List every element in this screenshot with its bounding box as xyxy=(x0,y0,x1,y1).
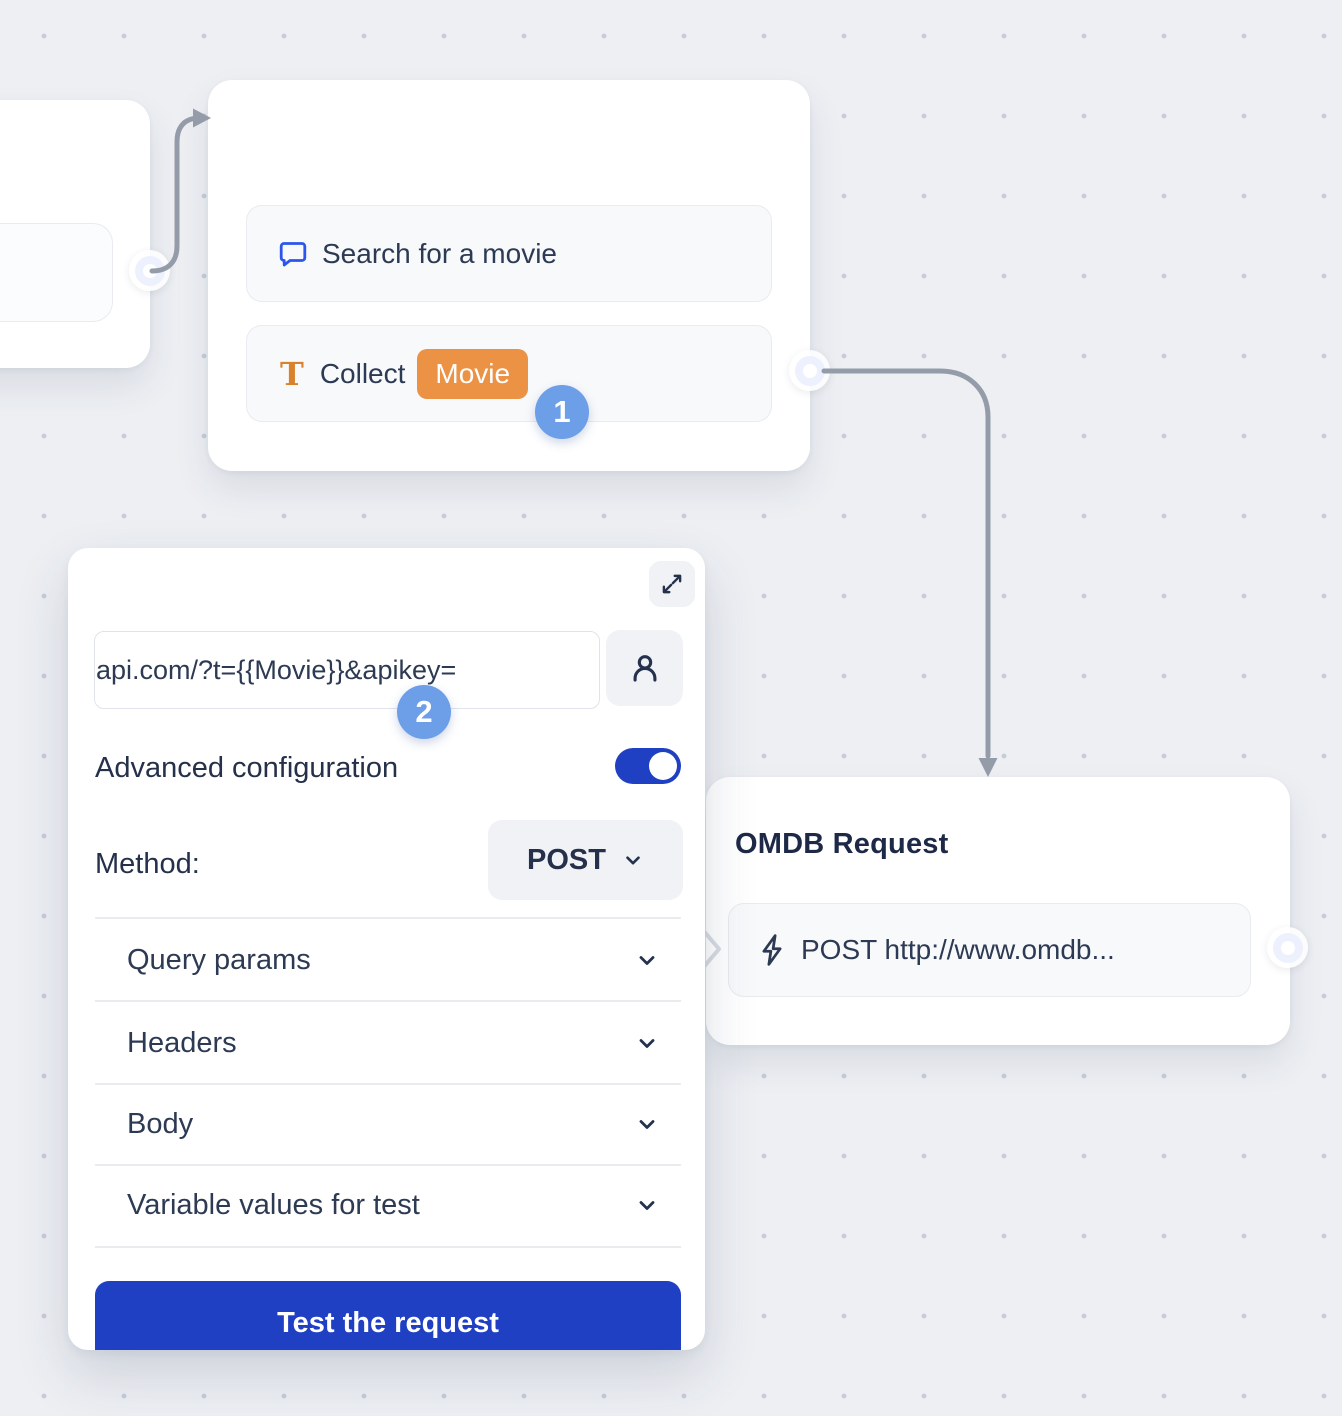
section-label: Body xyxy=(127,1108,193,1141)
webhook-block[interactable]: POST http://www.omdb... xyxy=(728,903,1251,997)
left-node-item[interactable] xyxy=(0,223,113,322)
method-value: POST xyxy=(527,844,606,877)
collect-label: Collect xyxy=(320,358,406,390)
section-body[interactable]: Body xyxy=(95,1084,681,1164)
chevron-down-icon xyxy=(635,948,659,972)
section-variable-values[interactable]: Variable values for test xyxy=(95,1165,681,1245)
step-2-badge: 2 xyxy=(397,685,451,739)
url-input[interactable]: api.com/?t={{Movie}}&apikey= xyxy=(94,631,600,709)
divider xyxy=(95,1246,681,1248)
variable-badge[interactable]: Movie xyxy=(417,349,528,399)
question-block[interactable]: Search for a movie xyxy=(246,205,772,302)
chevron-down-icon xyxy=(635,1112,659,1136)
omdb-request-node[interactable]: OMDB Request POST http://www.omdb... xyxy=(706,777,1290,1045)
method-label: Method: xyxy=(95,848,200,881)
advanced-config-label: Advanced configuration xyxy=(95,752,398,785)
chevron-down-icon xyxy=(635,1193,659,1217)
collect-block[interactable]: T Collect Movie xyxy=(246,325,772,422)
left-node-output-port[interactable] xyxy=(135,256,165,286)
lightning-icon xyxy=(757,933,787,967)
movie-search-output-port[interactable] xyxy=(795,356,825,386)
expand-button[interactable] xyxy=(649,561,695,607)
section-label: Headers xyxy=(127,1027,237,1060)
node-title: OMDB Request xyxy=(735,828,948,861)
connector-left-to-movie xyxy=(152,118,200,271)
insert-variable-button[interactable] xyxy=(606,630,683,706)
step-1-badge: 1 xyxy=(535,385,589,439)
omdb-output-port[interactable] xyxy=(1273,933,1303,963)
section-label: Query params xyxy=(127,944,311,977)
chevron-down-icon xyxy=(622,849,644,871)
section-label: Variable values for test xyxy=(127,1189,420,1222)
chevron-down-icon xyxy=(635,1031,659,1055)
webhook-label: POST http://www.omdb... xyxy=(801,934,1115,966)
user-icon xyxy=(628,651,662,685)
webhook-config-panel: api.com/?t={{Movie}}&apikey= Advanced co… xyxy=(68,548,705,1350)
question-label: Search for a movie xyxy=(322,238,557,270)
movie-search-node[interactable]: Movie search Search for a movie T Collec… xyxy=(208,80,810,471)
left-node-card[interactable] xyxy=(0,100,150,368)
arrowhead-down xyxy=(979,758,998,777)
section-headers[interactable]: Headers xyxy=(95,1002,681,1084)
text-input-icon: T xyxy=(280,358,304,390)
advanced-config-toggle[interactable] xyxy=(615,748,681,784)
connector-movie-to-omdb xyxy=(824,371,988,756)
expand-icon xyxy=(659,571,685,597)
url-value: api.com/?t={{Movie}}&apikey= xyxy=(96,655,456,686)
test-request-button[interactable]: Test the request xyxy=(95,1281,681,1350)
chat-bubble-icon xyxy=(278,239,308,269)
method-select[interactable]: POST xyxy=(488,820,683,900)
section-query-params[interactable]: Query params xyxy=(95,919,681,1001)
toggle-knob xyxy=(649,752,677,780)
